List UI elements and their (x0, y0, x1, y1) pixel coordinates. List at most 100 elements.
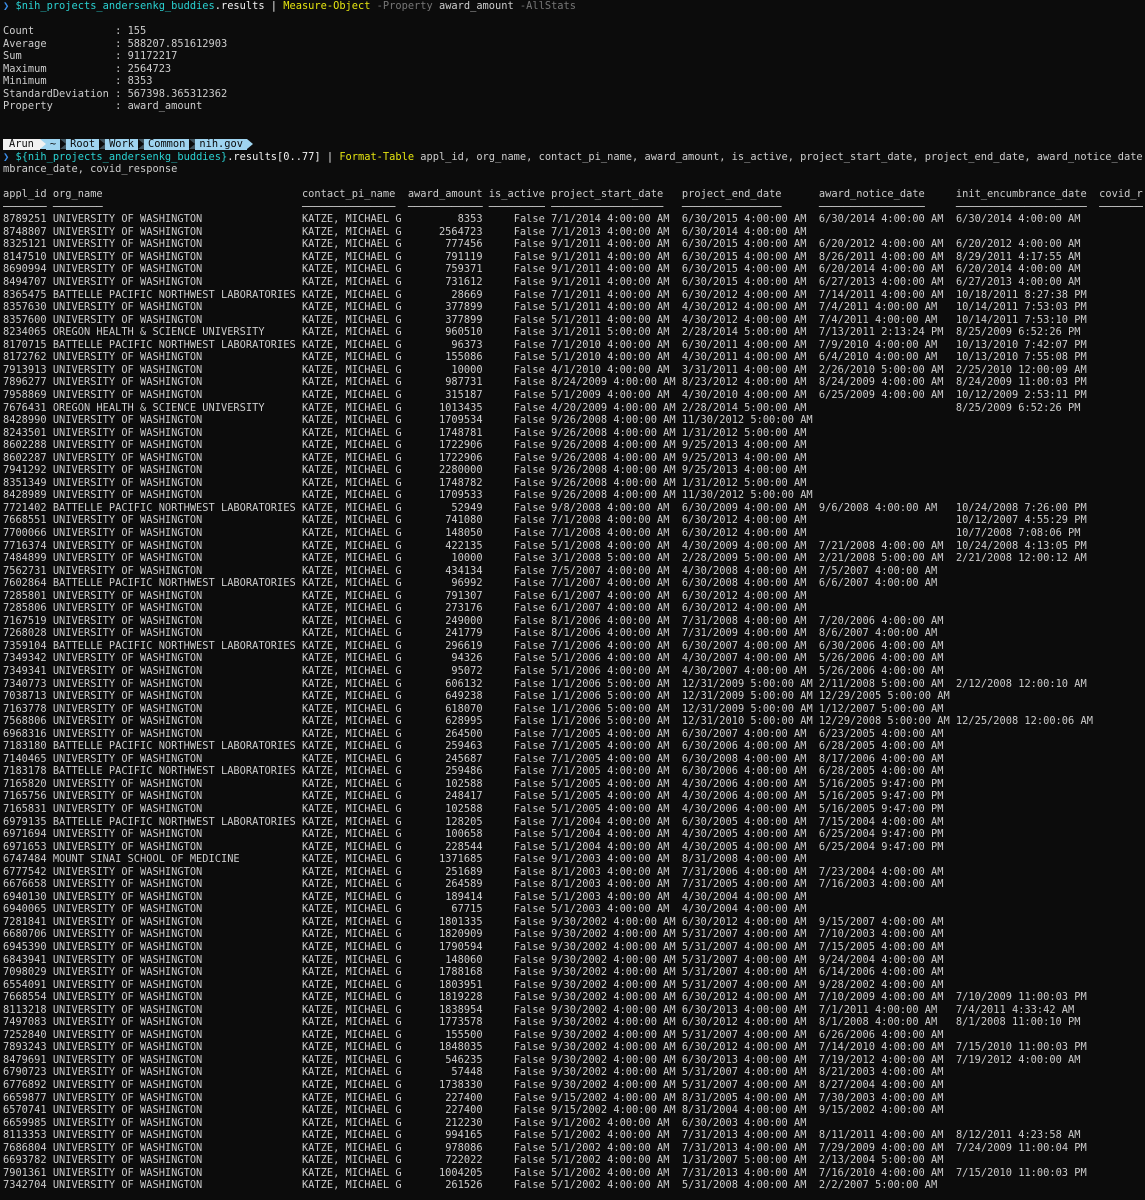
cell-pad (408, 740, 445, 752)
command-line-measure: ❯ $nih_projects_andersenkg_buddies.resul… (3, 0, 1143, 13)
cell-pad (408, 389, 445, 401)
table-row: 7913913 UNIVERSITY OF WASHINGTON KATZE, … (3, 364, 1143, 377)
table-cell: 9/26/2008 4:00:00 AM (551, 426, 676, 439)
table-cell: KATZE, MICHAEL G (301, 1166, 402, 1179)
table-cell: 8748807 (3, 225, 47, 238)
table-cell: 6/30/2005 4:00:00 AM (681, 815, 807, 828)
table-cell: 10/13/2010 7:55:08 PM (955, 351, 1087, 364)
table-cell: 7/29/2009 4:00:00 AM (818, 1141, 944, 1154)
column-gap (669, 364, 681, 376)
terminal-window[interactable]: ❯ $nih_projects_andersenkg_buddies.resul… (3, 0, 1143, 1200)
table-cell: KATZE, MICHAEL G (301, 702, 402, 715)
table-cell: 9/30/2002 4:00:00 AM (551, 915, 676, 928)
table-cell: UNIVERSITY OF WASHINGTON (52, 276, 203, 289)
table-cell: BATTELLE PACIFIC NORTHWEST LABORATORIES (52, 338, 296, 351)
cell-pad (489, 1129, 514, 1141)
cell-pad (489, 364, 514, 376)
table-cell: False (513, 476, 545, 489)
table-cell: False (513, 388, 545, 401)
table-cell: 155500 (445, 1028, 483, 1041)
table-cell: KATZE, MICHAEL G (301, 301, 402, 314)
column-gap (806, 1079, 818, 1091)
table-cell: KATZE, MICHAEL G (301, 376, 402, 389)
column-gap (806, 502, 818, 514)
cell-pad (408, 966, 439, 978)
table-cell: KATZE, MICHAEL G (301, 564, 402, 577)
column-gap (1080, 402, 1099, 414)
cell-pad (489, 464, 514, 476)
column-gap (669, 903, 681, 915)
column-gap (956, 1179, 1099, 1191)
table-cell: UNIVERSITY OF WASHINGTON (52, 915, 203, 928)
column-gap (943, 790, 955, 802)
table-cell: 264589 (445, 878, 483, 891)
cell-pad (489, 251, 514, 263)
table-cell: 12/29/2008 5:00:00 AM (818, 715, 950, 728)
column-gap (956, 954, 1099, 966)
column-gap (943, 703, 955, 715)
table-cell: 7/1/2005 4:00:00 AM (551, 740, 670, 753)
table-cell: KATZE, MICHAEL G (301, 1041, 402, 1054)
table-cell: KATZE, MICHAEL G (301, 915, 402, 928)
table-cell: 7/31/2013 4:00:00 AM (681, 1166, 807, 1179)
column-gap (1087, 314, 1099, 326)
table-cell: 7342704 (3, 1179, 47, 1192)
table-cell: 7/1/2011 4:00:00 AM (551, 288, 670, 301)
column-underline: ─────── (3, 200, 47, 213)
column-gap (806, 1029, 818, 1041)
table-cell: KATZE, MICHAEL G (301, 363, 402, 376)
stat-value: 155 (127, 25, 147, 38)
param-name: -AllStats (513, 0, 576, 12)
column-gap (202, 991, 302, 1003)
table-cell: UNIVERSITY OF WASHINGTON (52, 664, 203, 677)
column-gap (956, 878, 1099, 890)
column-header: org_name (52, 188, 103, 201)
table-row: 8234065 OREGON HEALTH & SCIENCE UNIVERSI… (3, 326, 1143, 339)
table-cell: 6/30/2015 4:00:00 AM (681, 276, 807, 289)
table-cell: 7/19/2012 4:00:00 AM (955, 1053, 1081, 1066)
table-cell: False (513, 790, 545, 803)
table-row: 6843941 UNIVERSITY OF WASHINGTON KATZE, … (3, 954, 1143, 967)
table-row: 8789251 UNIVERSITY OF WASHINGTON KATZE, … (3, 213, 1143, 226)
column-gap (202, 364, 302, 376)
table-row: 7676431 OREGON HEALTH & SCIENCE UNIVERSI… (3, 402, 1143, 415)
column-gap (819, 464, 956, 476)
table-cell: UNIVERSITY OF WASHINGTON (52, 1066, 203, 1079)
cell-pad (408, 703, 445, 715)
table-cell: 57448 (451, 1066, 483, 1079)
table-cell: 10/18/2011 8:27:38 PM (955, 288, 1087, 301)
table-cell: 6/30/2015 4:00:00 AM (681, 263, 807, 276)
table-cell: 8/26/2011 4:00:00 AM (818, 250, 944, 263)
column-gap (1087, 540, 1099, 552)
table-cell: 6979135 (3, 815, 47, 828)
column-gap (937, 577, 956, 589)
cell-pad (408, 502, 452, 514)
column-gap (669, 527, 681, 539)
column-gap (819, 439, 956, 451)
table-cell: UNIVERSITY OF WASHINGTON (52, 376, 203, 389)
column-gap (956, 841, 1099, 853)
column-gap (806, 1104, 818, 1116)
table-cell: 5/1/2009 4:00:00 AM (551, 388, 670, 401)
column-gap (669, 326, 681, 338)
table-cell: False (513, 1091, 545, 1104)
table-cell: False (513, 1003, 545, 1016)
column-gap (806, 464, 818, 476)
column-gap (937, 1004, 956, 1016)
table-cell: 12/29/2005 5:00:00 AM (818, 690, 950, 703)
column-gap (806, 665, 818, 677)
cell-pad (408, 477, 439, 489)
table-cell: 7668554 (3, 991, 47, 1004)
table-cell: KATZE, MICHAEL G (301, 777, 402, 790)
column-gap (943, 1104, 955, 1116)
table-cell: 8357600 (3, 313, 47, 326)
table-cell: 9/30/2002 4:00:00 AM (551, 1016, 676, 1029)
table-cell: 8/25/2009 6:52:26 PM (955, 326, 1081, 339)
table-cell: 248417 (445, 790, 483, 803)
column-header: award_notice_date (818, 188, 925, 201)
table-row: 8494707 UNIVERSITY OF WASHINGTON KATZE, … (3, 276, 1143, 289)
cell-pad (489, 314, 514, 326)
column-gap (669, 703, 681, 715)
cell-pad (489, 866, 514, 878)
table-cell: 9/30/2002 4:00:00 AM (551, 1053, 676, 1066)
